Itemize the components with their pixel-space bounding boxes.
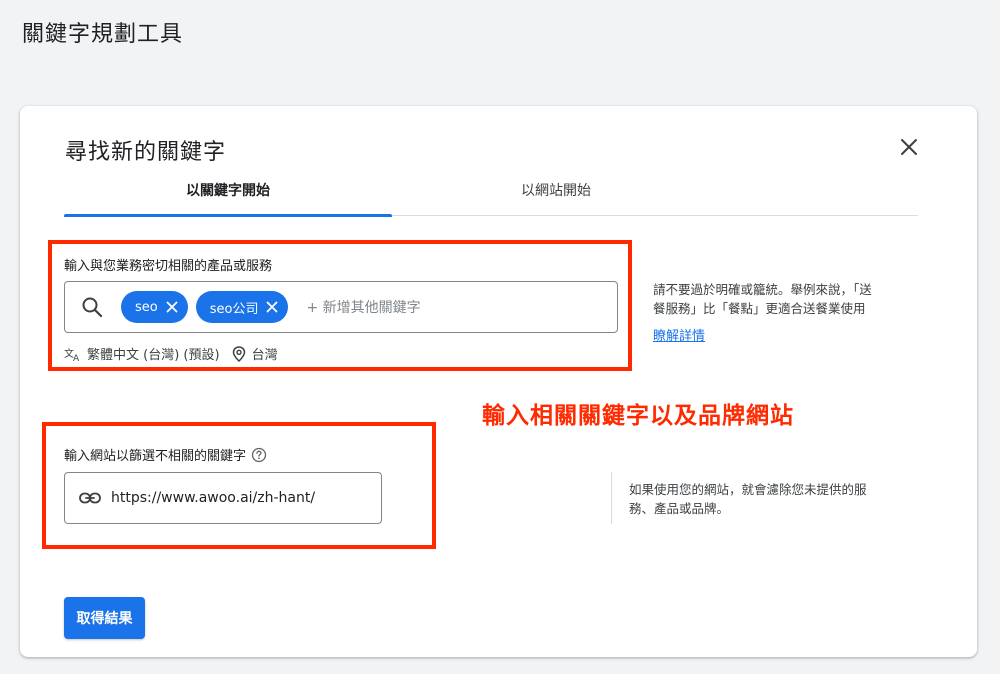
- annotation-text: 輸入相關關鍵字以及品牌網站: [482, 403, 794, 429]
- keywords-help: 請不要過於明確或籠統。舉例來說，「送 餐服務」比「餐點」更適合送餐業使用: [653, 280, 872, 318]
- highlight-box-website: [42, 422, 436, 549]
- close-button[interactable]: [896, 134, 922, 160]
- dialog-title: 尋找新的關鍵字: [65, 140, 227, 165]
- learn-more-link[interactable]: 瞭解詳情: [653, 325, 705, 344]
- close-icon: [901, 139, 917, 155]
- website-help-line: 如果使用您的網站，就會濾除您未提供的服: [629, 482, 867, 497]
- highlight-box-keywords: [48, 240, 632, 371]
- page-title: 關鍵字規劃工具: [22, 22, 184, 47]
- website-help: 如果使用您的網站，就會濾除您未提供的服 務、產品或品牌。: [629, 480, 867, 518]
- keyword-dialog: 尋找新的關鍵字 以關鍵字開始 以網站開始 輸入與您業務密切相關的產品或服務 se…: [20, 106, 977, 657]
- tab-start-with-website[interactable]: 以網站開始: [392, 164, 720, 216]
- website-help-line: 務、產品或品牌。: [629, 501, 730, 516]
- get-results-button[interactable]: 取得結果: [64, 597, 145, 639]
- keywords-help-line: 請不要過於明確或籠統。舉例來說，「送: [653, 282, 872, 297]
- divider: [611, 472, 612, 524]
- tab-start-with-keywords[interactable]: 以關鍵字開始: [64, 164, 392, 217]
- tab-bar: 以關鍵字開始 以網站開始: [64, 164, 918, 217]
- keywords-help-line: 餐服務」比「餐點」更適合送餐業使用: [653, 301, 866, 316]
